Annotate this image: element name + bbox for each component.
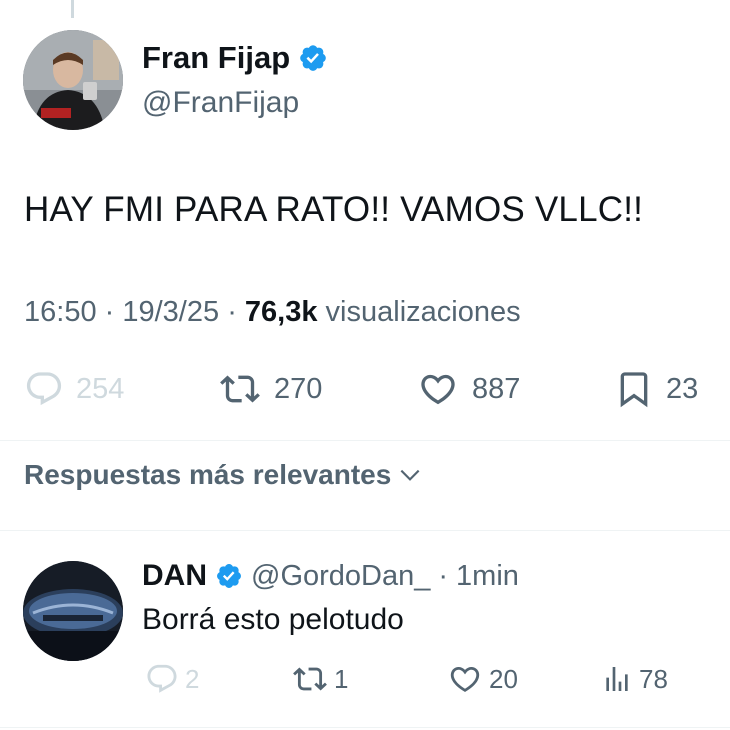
retweet-button[interactable]: 270 <box>218 369 322 409</box>
bookmark-icon <box>620 372 648 408</box>
views-icon <box>606 667 628 691</box>
retweet-icon <box>220 375 260 403</box>
reply-views-button[interactable]: 78 <box>601 662 668 696</box>
verified-badge-icon <box>298 43 328 73</box>
reply-views-count: 78 <box>639 663 668 694</box>
divider <box>0 440 730 441</box>
author-name[interactable]: Fran Fijap <box>142 40 290 76</box>
sort-label: Respuestas más relevantes <box>24 459 392 490</box>
views-label: visualizaciones <box>325 296 521 328</box>
replies-sort-dropdown[interactable]: Respuestas más relevantes <box>24 459 423 491</box>
reply-time[interactable]: 1min <box>456 560 519 593</box>
reply-header: DAN @GordoDan_ · 1min <box>142 559 519 593</box>
reply-like-button[interactable]: 20 <box>447 662 518 696</box>
chevron-down-icon <box>400 469 420 481</box>
reply-retweet-count: 1 <box>334 663 349 694</box>
like-count: 887 <box>472 372 521 405</box>
reply-count: 254 <box>76 372 125 405</box>
author-avatar[interactable] <box>23 30 123 130</box>
divider <box>0 727 730 728</box>
retweet-count: 270 <box>274 372 323 405</box>
bookmark-button[interactable]: 23 <box>614 367 698 411</box>
reply-button[interactable]: 254 <box>24 369 124 409</box>
thread-line <box>71 0 74 18</box>
tweet-time[interactable]: 16:50 <box>24 296 97 328</box>
like-icon <box>450 666 480 692</box>
meta-separator: · <box>438 559 449 592</box>
meta-separator: · <box>227 296 245 328</box>
divider <box>0 530 730 531</box>
reply-reply-count: 2 <box>185 663 200 694</box>
bookmark-count: 23 <box>666 372 699 405</box>
like-icon <box>421 374 455 405</box>
reply-author-avatar[interactable] <box>23 561 123 661</box>
reply-icon <box>147 664 177 693</box>
like-button[interactable]: 887 <box>416 369 520 409</box>
verified-badge-icon <box>215 562 243 590</box>
reply-reply-button[interactable]: 2 <box>145 662 199 696</box>
tweet-date[interactable]: 19/3/25 <box>122 296 219 328</box>
views-count: 76,3k <box>244 296 318 328</box>
retweet-icon <box>293 667 327 691</box>
author-name-row: Fran Fijap <box>142 40 328 76</box>
tweet-actions: 254 270 887 23 <box>0 365 730 415</box>
tweet-text: HAY FMI PARA RATO!! VAMOS VLLC!! <box>24 190 644 229</box>
tweet-meta: 16:50 · 19/3/25 · 76,3k visualizaciones <box>24 296 521 329</box>
meta-separator: · <box>104 296 123 328</box>
reply-like-count: 20 <box>489 663 518 694</box>
reply-retweet-button[interactable]: 1 <box>292 662 348 696</box>
reply-text: Borrá esto pelotudo <box>142 603 404 636</box>
reply-author-name[interactable]: DAN <box>142 559 207 593</box>
author-handle[interactable]: @FranFijap <box>142 86 299 120</box>
reply-actions: 2 1 20 78 <box>0 660 730 700</box>
reply-author-handle[interactable]: @GordoDan_ <box>251 560 430 593</box>
reply-icon <box>26 372 62 406</box>
